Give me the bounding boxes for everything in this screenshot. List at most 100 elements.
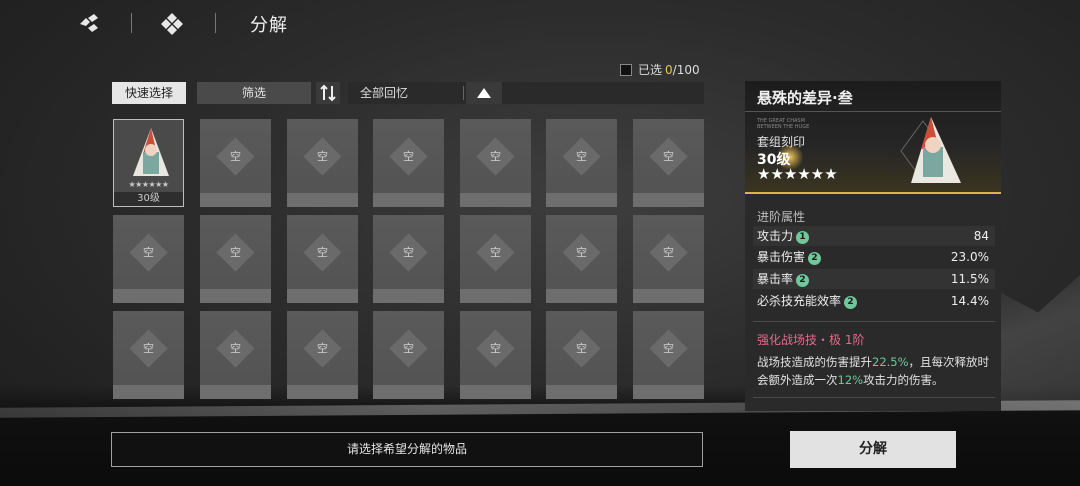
header-separator [131,13,132,33]
item-slot-empty[interactable]: 空 [287,119,358,207]
item-slot-empty[interactable]: 空 [200,215,271,303]
panel-divider [753,397,995,398]
filter-button[interactable]: 筛选 [197,82,311,104]
slot-footer [546,385,617,399]
attribute-row: 必杀技充能效率 2 14.4% [753,291,995,311]
empty-label: 空 [576,246,587,259]
attribute-name: 攻击力 [757,229,794,243]
empty-label: 空 [663,246,674,259]
memory-filter-dropdown[interactable]: 全部回忆 [348,82,704,104]
skill-highlight-value: 22.5% [872,355,909,369]
empty-label: 空 [230,342,241,355]
empty-label: 空 [663,150,674,163]
slot-footer [200,289,271,303]
item-slot-empty[interactable]: 空 [113,311,184,399]
selection-counter: 已选 0 /100 [620,61,700,78]
item-slot-empty[interactable]: 空 [373,311,444,399]
attribute-level-badge: 2 [844,296,858,309]
attribute-name-wrap: 暴击伤害 2 [757,247,822,267]
slot-footer [633,289,704,303]
empty-label: 空 [403,342,414,355]
skill-title: 强化战场技・极 1阶 [757,333,865,347]
slot-footer [373,193,444,207]
item-slot-empty[interactable]: 空 [287,215,358,303]
detail-header: 悬殊的差异·叁 THE GREAT CHASM BETWEEN THE HUGE… [745,81,1001,194]
attribute-row: 攻击力 1 84 [753,226,995,246]
item-slot-empty[interactable]: 空 [633,311,704,399]
attribute-row: 暴击率 2 11.5% [753,269,995,289]
empty-label: 空 [403,150,414,163]
item-level: 30级 [137,193,160,204]
dropdown-separator [463,86,464,100]
item-slot-empty[interactable]: 空 [546,119,617,207]
item-slot-empty[interactable]: 空 [373,215,444,303]
slot-footer [200,193,271,207]
selection-label: 已选 [638,63,663,77]
sort-order-icon [320,84,336,102]
item-slot-empty[interactable]: 空 [633,215,704,303]
attribute-value: 84 [973,229,989,243]
skill-highlight-value: 12% [837,373,864,387]
sort-button[interactable] [316,82,340,104]
slot-footer [546,289,617,303]
attribute-name-wrap: 必杀技充能效率 2 [757,291,858,311]
item-slot-filled[interactable]: ★★★★★★ 30级 [113,119,184,207]
empty-label: 空 [317,246,328,259]
empty-label: 空 [317,342,328,355]
attribute-value: 23.0% [950,250,989,264]
selection-total: /100 [672,62,700,77]
item-slot-empty[interactable]: 空 [546,311,617,399]
quick-select-button[interactable]: 快速选择 [112,82,186,104]
slot-footer [113,289,184,303]
empty-label: 空 [663,342,674,355]
empty-label: 空 [576,150,587,163]
item-stars: ★★★★★★ [128,180,169,189]
skill-desc-text: 战场技造成的伤害提升 [757,355,872,369]
back-icon[interactable] [78,14,102,34]
item-slot-empty[interactable]: 空 [287,311,358,399]
attribute-value: 11.5% [950,272,989,286]
slot-footer [633,193,704,207]
select-all-checkbox[interactable] [620,63,632,76]
empty-label: 空 [403,246,414,259]
item-slot-empty[interactable]: 空 [200,311,271,399]
item-name: 悬殊的差异·叁 [757,89,853,107]
decompose-button[interactable]: 分解 [790,431,956,468]
memory-card-art [133,128,169,176]
home-icon[interactable] [160,12,184,36]
item-slot-empty[interactable]: 空 [460,215,531,303]
slot-footer [287,385,358,399]
empty-label: 空 [230,150,241,163]
slot-footer [546,193,617,207]
item-slot-empty[interactable]: 空 [373,119,444,207]
item-slot-empty[interactable]: 空 [460,311,531,399]
empty-label: 空 [490,150,501,163]
attribute-value: 14.4% [950,294,989,308]
attribute-row: 暴击伤害 2 23.0% [753,247,995,267]
empty-label: 空 [143,342,154,355]
top-bar: 分解 [0,0,1080,48]
triangle-up-icon [477,88,491,98]
attribute-name: 暴击伤害 [757,250,806,264]
item-slot-empty[interactable]: 空 [546,215,617,303]
item-slot-empty[interactable]: 空 [200,119,271,207]
slot-footer [633,385,704,399]
item-slot-empty[interactable]: 空 [633,119,704,207]
slot-footer [113,385,184,399]
dropdown-value: 全部回忆 [360,86,409,100]
memory-card-art [900,117,961,183]
slot-footer [373,289,444,303]
empty-label: 空 [317,150,328,163]
attribute-name: 暴击率 [757,272,794,286]
attribute-name-wrap: 暴击率 2 [757,269,810,289]
attribute-level-badge: 2 [796,274,810,287]
attribute-level-badge: 2 [808,252,822,265]
slot-footer [460,289,531,303]
item-slot-empty[interactable]: 空 [460,119,531,207]
item-slot-empty[interactable]: 空 [113,215,184,303]
attributes-title: 进阶属性 [757,210,806,224]
attribute-level-badge: 1 [796,231,810,244]
header-separator [215,13,216,33]
item-subtitle-fineprint: THE GREAT CHASM BETWEEN THE HUGE [757,118,810,130]
slot-footer [200,385,271,399]
